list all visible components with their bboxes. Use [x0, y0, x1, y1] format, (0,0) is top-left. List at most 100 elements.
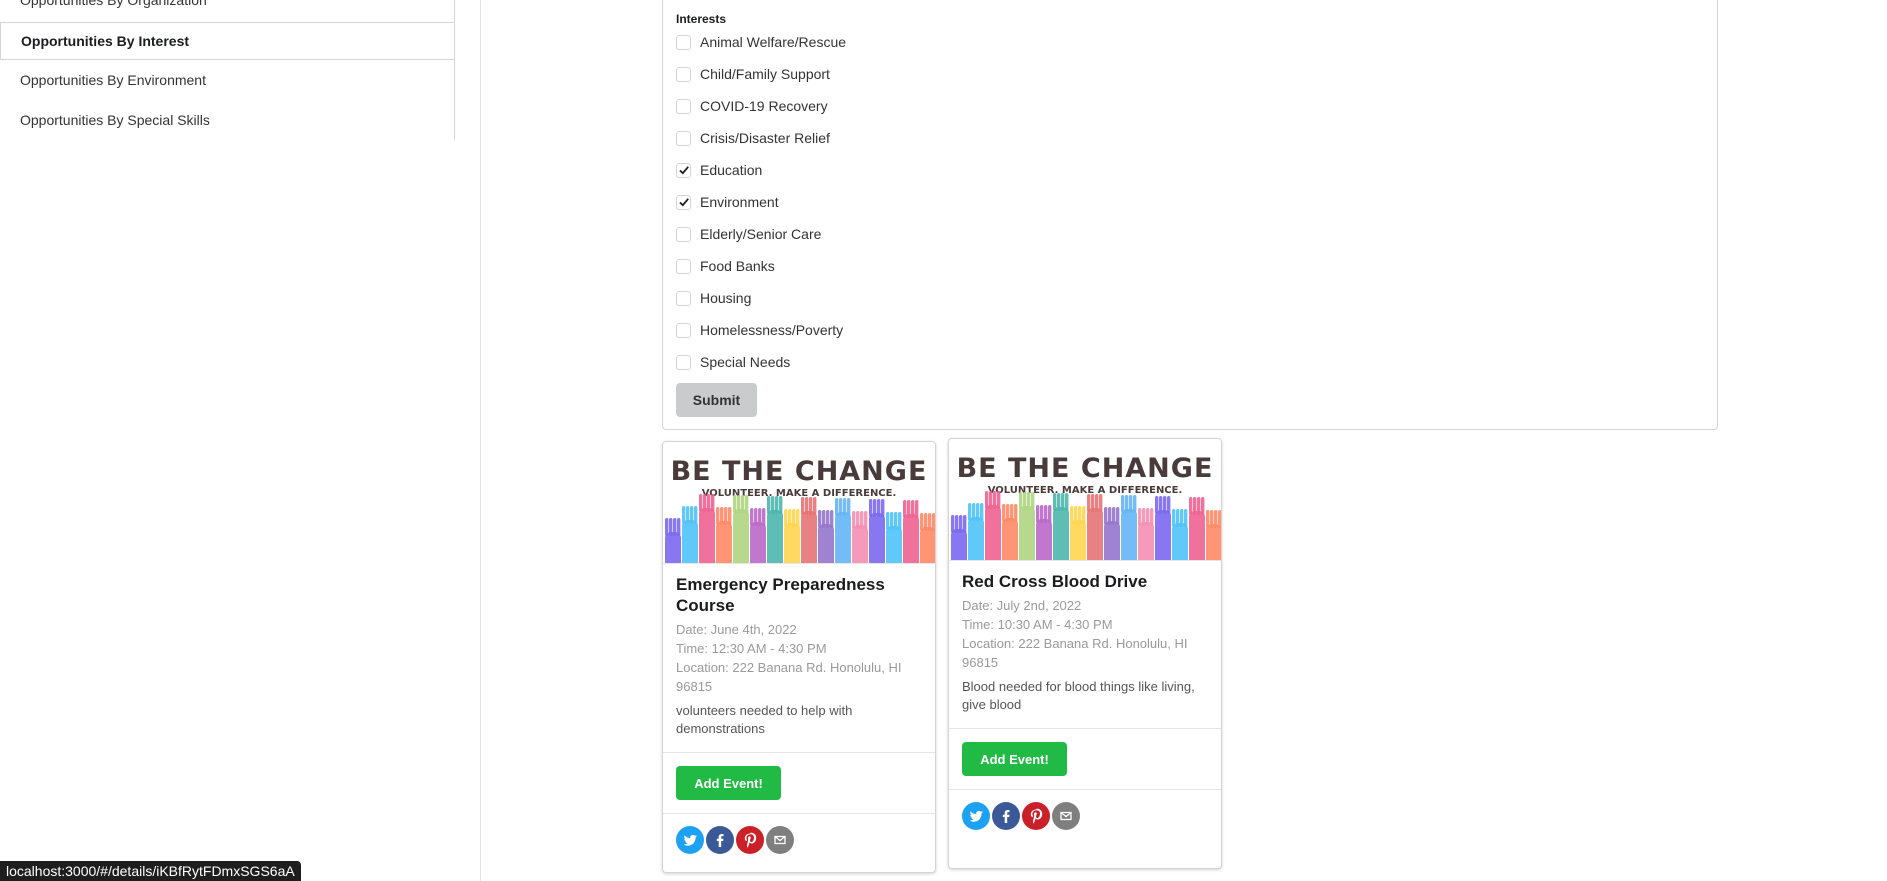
sidebar-item-by-special-skills[interactable]: Opportunities By Special Skills [20, 112, 210, 128]
email-icon[interactable] [766, 826, 794, 854]
sidebar-item-by-interest[interactable]: Opportunities By Interest [21, 33, 189, 49]
interest-label[interactable]: Environment [700, 194, 779, 210]
hand-shape [1036, 505, 1052, 560]
interest-checkbox[interactable] [676, 322, 691, 338]
interest-checkbox[interactable] [676, 226, 691, 242]
event-date: Date: July 2nd, 2022 [962, 598, 1082, 613]
sidebar-item-by-interest-container[interactable]: Opportunities By Interest [0, 22, 454, 60]
hand-shape [1002, 504, 1018, 560]
event-title[interactable]: Red Cross Blood Drive [962, 571, 1208, 592]
event-location: Location: 222 Banana Rd. Honolulu, HI 96… [962, 636, 1188, 670]
hand-shape [985, 491, 1001, 560]
interest-option[interactable]: Food Banks [676, 257, 775, 275]
checkmark-icon [678, 166, 689, 175]
hand-shape [818, 510, 834, 563]
banner-headline: BE THE CHANGE [957, 453, 1214, 484]
interest-label[interactable]: COVID-19 Recovery [700, 98, 828, 114]
event-card: BE THE CHANGE VOLUNTEER. MAKE A DIFFERENC… [662, 441, 936, 873]
interest-checkbox[interactable] [676, 354, 691, 370]
hand-shape [750, 508, 766, 563]
hand-shape [699, 494, 715, 563]
share-buttons [663, 814, 935, 866]
event-banner-image: BE THE CHANGE VOLUNTEER. MAKE A DIFFERENC… [663, 442, 935, 564]
facebook-icon[interactable] [706, 826, 734, 854]
interest-label[interactable]: Homelessness/Poverty [700, 322, 843, 338]
hand-shape [733, 495, 749, 563]
interest-option[interactable]: Elderly/Senior Care [676, 225, 821, 243]
interest-label[interactable]: Child/Family Support [700, 66, 830, 82]
interest-checkbox[interactable] [676, 258, 691, 274]
add-event-button[interactable]: Add Event! [962, 742, 1067, 776]
sidebar-item-by-organization[interactable]: Opportunities By Organization [20, 0, 207, 8]
hand-shape [852, 511, 868, 563]
hand-shape [903, 500, 919, 563]
hand-shape [869, 499, 885, 563]
hand-shape [835, 498, 851, 563]
hand-shape [801, 497, 817, 563]
interest-label[interactable]: Special Needs [700, 354, 790, 370]
interest-option[interactable]: Housing [676, 289, 751, 307]
interest-option[interactable]: COVID-19 Recovery [676, 97, 828, 115]
interest-option[interactable]: Crisis/Disaster Relief [676, 129, 830, 147]
pinterest-icon[interactable] [736, 826, 764, 854]
interests-label: Interests [676, 12, 727, 26]
hand-shape [784, 509, 800, 563]
interest-label[interactable]: Food Banks [700, 258, 775, 274]
twitter-icon[interactable] [676, 826, 704, 854]
interest-option[interactable]: Special Needs [676, 353, 790, 371]
interest-label[interactable]: Education [700, 162, 762, 178]
interest-label[interactable]: Crisis/Disaster Relief [700, 130, 830, 146]
add-event-button[interactable]: Add Event! [676, 766, 781, 800]
interest-checkbox[interactable] [676, 98, 691, 114]
hand-shape [1138, 508, 1154, 560]
banner-tagline: VOLUNTEER. MAKE A DIFFERENCE. [988, 485, 1183, 496]
event-date: Date: June 4th, 2022 [676, 622, 797, 637]
interest-checkbox[interactable] [676, 290, 691, 306]
sidebar-menu: Opportunities By Organization Opportunit… [0, 0, 455, 140]
hand-shape [1121, 495, 1137, 560]
column-divider [480, 0, 481, 881]
facebook-icon[interactable] [992, 802, 1020, 830]
event-title[interactable]: Emergency Preparedness Course [676, 574, 922, 616]
hand-shape [1206, 510, 1221, 560]
event-time: Time: 10:30 AM - 4:30 PM [962, 617, 1113, 632]
hand-shape [767, 496, 783, 563]
interest-label[interactable]: Housing [700, 290, 751, 306]
hand-shape [1104, 507, 1120, 560]
interest-checkbox[interactable] [676, 130, 691, 146]
event-banner-image: BE THE CHANGE VOLUNTEER. MAKE A DIFFERENC… [949, 439, 1221, 561]
interest-checkbox[interactable] [676, 66, 691, 82]
interest-checkbox[interactable] [676, 34, 691, 50]
event-description: volunteers needed to help with demonstra… [676, 703, 853, 736]
interest-checkbox[interactable] [676, 194, 691, 210]
twitter-icon[interactable] [962, 802, 990, 830]
checkmark-icon [678, 198, 689, 207]
hand-shape [716, 507, 732, 563]
interest-option[interactable]: Child/Family Support [676, 65, 830, 83]
email-icon[interactable] [1052, 802, 1080, 830]
be-the-change-banner: BE THE CHANGEVOLUNTEER. MAKE A DIFFERENC… [665, 456, 935, 563]
sidebar-item-by-environment[interactable]: Opportunities By Environment [20, 72, 206, 88]
interest-label[interactable]: Animal Welfare/Rescue [700, 34, 846, 50]
hand-shape [1189, 497, 1205, 560]
interest-option[interactable]: Animal Welfare/Rescue [676, 33, 846, 51]
interest-option[interactable]: Environment [676, 193, 779, 211]
banner-headline: BE THE CHANGE [671, 456, 928, 487]
interest-option[interactable]: Homelessness/Poverty [676, 321, 843, 339]
interest-checkbox[interactable] [676, 162, 691, 178]
hand-shape [920, 513, 935, 563]
pinterest-icon[interactable] [1022, 802, 1050, 830]
be-the-change-banner: BE THE CHANGEVOLUNTEER. MAKE A DIFFERENC… [951, 453, 1221, 560]
hand-shape [968, 503, 984, 560]
hand-shape [1019, 492, 1035, 560]
interest-label[interactable]: Elderly/Senior Care [700, 226, 821, 242]
event-card: BE THE CHANGE VOLUNTEER. MAKE A DIFFERENC… [948, 438, 1222, 869]
hand-shape [886, 512, 902, 563]
submit-button[interactable]: Submit [676, 383, 757, 417]
hand-shape [1070, 506, 1086, 560]
event-description: Blood needed for blood things like livin… [962, 679, 1195, 712]
hand-shape [1155, 496, 1171, 560]
interest-option[interactable]: Education [676, 161, 762, 179]
banner-tagline: VOLUNTEER. MAKE A DIFFERENCE. [702, 488, 897, 499]
status-bar-url: localhost:3000/#/details/iKBfRytFDmxSGS6… [0, 861, 301, 881]
